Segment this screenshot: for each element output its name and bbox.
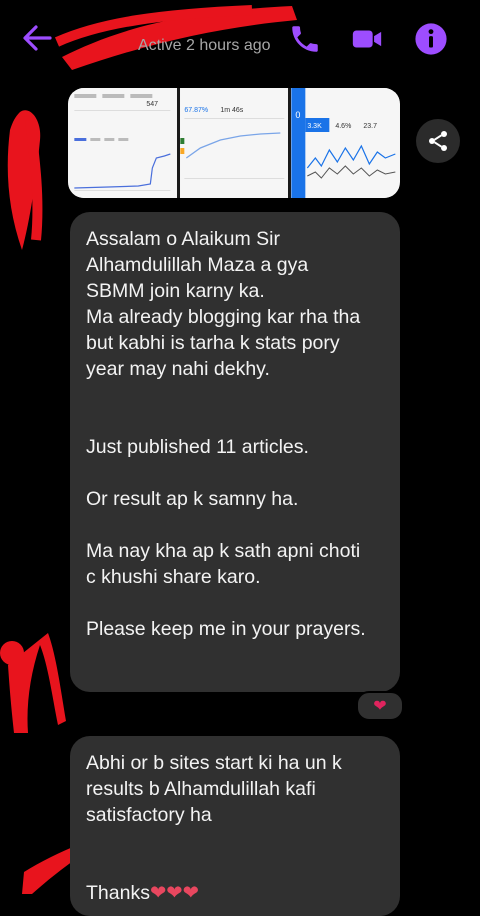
- thanks-text: Thanks: [86, 882, 150, 904]
- message-line: year may nahi dekhy.: [86, 358, 270, 380]
- redaction-scribble: [7, 110, 43, 250]
- heart-reaction[interactable]: ❤: [356, 691, 404, 721]
- share-button[interactable]: [416, 119, 460, 163]
- message-line: SBMM join karny ka.: [86, 280, 265, 302]
- active-status: Active 2 hours ago: [138, 37, 271, 54]
- thumb3-metric-a: 0: [296, 110, 301, 120]
- image-attachments[interactable]: 547 67.87% 1m 46s 0 3.3K 4.6% 23.7: [68, 88, 400, 198]
- message-line: Alhamdulillah Maza a gya: [86, 254, 309, 276]
- thumb2-metric-b: 1m 46s: [220, 107, 243, 114]
- message-gap: [86, 590, 384, 616]
- message-line: Ma already blogging kar rha tha: [86, 306, 361, 328]
- message-gap: [86, 828, 384, 880]
- chat-header: Active 2 hours ago: [0, 0, 480, 80]
- phone-icon[interactable]: [288, 22, 322, 56]
- info-icon[interactable]: [414, 22, 448, 56]
- thumb2-metric-a: 67.87%: [184, 107, 208, 114]
- message-line: Thanks❤❤❤: [86, 880, 384, 906]
- message-line: satisfactory ha: [86, 804, 212, 826]
- message-line: Please keep me in your prayers.: [86, 618, 366, 640]
- message-line: but kabhi is tarha k stats pory: [86, 332, 340, 354]
- heart-icon: ❤: [373, 698, 387, 715]
- message-line: Ma nay kha ap k sath apni choti: [86, 540, 361, 562]
- message-bubble[interactable]: Abhi or b sites start ki ha un k results…: [70, 736, 400, 916]
- message-line: results b Alhamdulillah kafi: [86, 778, 316, 800]
- stats-screenshot-3[interactable]: 0 3.3K 4.6% 23.7: [291, 88, 400, 198]
- message-line: Or result ap k samny ha.: [86, 488, 299, 510]
- message-line: Abhi or b sites start ki ha un k: [86, 752, 342, 774]
- share-icon: [429, 131, 447, 151]
- message-gap: [86, 512, 384, 538]
- message-line: c khushi share karo.: [86, 566, 261, 588]
- back-arrow-icon[interactable]: [22, 24, 52, 52]
- message-line: Assalam o Alaikum Sir: [86, 228, 280, 250]
- thumb3-metric-c: 4.6%: [336, 123, 352, 130]
- stats-screenshot-2[interactable]: 67.87% 1m 46s: [179, 88, 289, 198]
- message-gap: [86, 460, 384, 486]
- thumb3-metric-b: 3.3K: [308, 123, 323, 130]
- stats-screenshot-1[interactable]: 547: [68, 88, 177, 198]
- thumb3-metric-d: 23.7: [364, 123, 378, 130]
- heart-emojis: ❤❤❤: [149, 882, 199, 904]
- message-bubble[interactable]: Assalam o Alaikum Sir Alhamdulillah Maza…: [70, 212, 400, 692]
- video-camera-icon[interactable]: [350, 22, 384, 56]
- message-gap: [86, 382, 384, 434]
- thumb1-metric: 547: [146, 101, 158, 108]
- redaction-scribble: [0, 633, 66, 733]
- message-line: Just published 11 articles.: [86, 436, 309, 458]
